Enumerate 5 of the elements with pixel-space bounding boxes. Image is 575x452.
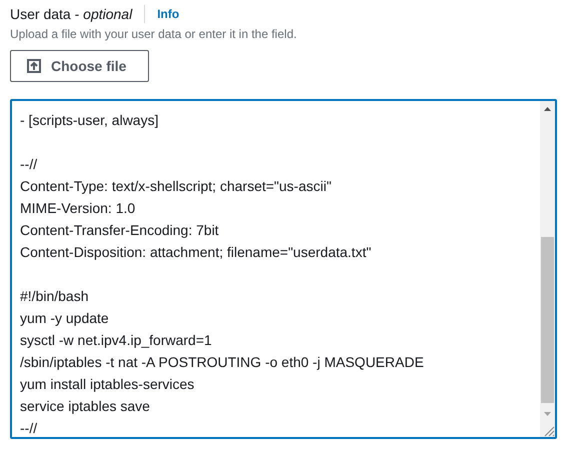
choose-file-button[interactable]: Choose file	[10, 50, 149, 82]
user-data-field[interactable]: - [scripts-user, always] --// Content-Type: text/x-shellscript; charset="us-ascii" MIME-Version: 1.0 Content-Transfer-Encoding: 7bit Content-Disposition: attachment; filename="userdata.txt" #!/bin/bash yum -y update sysctl -w net.ipv4.ip_forward=1 /sbin/iptables -t nat -A POSTROUTING -o eth0 -j MASQUERADE yum install iptables-services service iptables save --//	[10, 99, 557, 439]
field-label: User data - optional	[10, 6, 132, 22]
field-description: Upload a file with your user data or enter it in the field.	[10, 27, 298, 41]
info-link[interactable]: Info	[157, 7, 180, 21]
